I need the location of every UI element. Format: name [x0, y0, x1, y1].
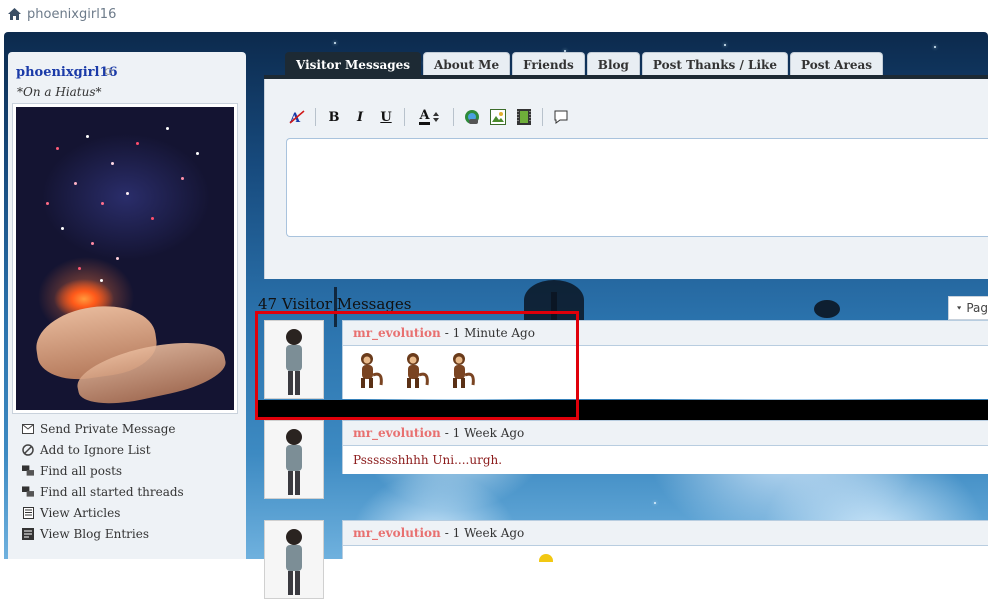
caret-down-icon: [957, 306, 962, 310]
send-private-message-link[interactable]: Send Private Message: [22, 418, 184, 439]
breadcrumb-label[interactable]: phoenixgirl16: [27, 7, 116, 22]
profile-user-title: *On a Hiatus*: [17, 85, 102, 99]
tab-post-areas[interactable]: Post Areas: [790, 52, 883, 76]
quote-icon[interactable]: [551, 107, 571, 127]
pagination-label: Pag: [966, 301, 988, 315]
article-icon: [22, 506, 34, 519]
pagination-dropdown[interactable]: Pag: [948, 296, 988, 320]
tab-post-thanks-like[interactable]: Post Thanks / Like: [641, 52, 788, 76]
offline-status-icon: [105, 68, 112, 75]
message-header: mr_evolution - 1 Week Ago: [342, 520, 988, 546]
message-author-link[interactable]: mr_evolution: [353, 526, 441, 540]
remove-format-icon[interactable]: A: [287, 107, 307, 127]
tab-friends[interactable]: Friends: [512, 52, 585, 76]
italic-icon[interactable]: I: [350, 107, 370, 127]
link-label: View Blog Entries: [40, 526, 150, 541]
message-author-link[interactable]: mr_evolution: [353, 426, 441, 440]
underline-icon[interactable]: U: [376, 107, 396, 127]
find-all-started-threads-link[interactable]: Find all started threads: [22, 481, 184, 502]
link-label: Find all posts: [40, 463, 123, 478]
toolbar-separator: [404, 108, 405, 126]
toolbar-separator: [315, 108, 316, 126]
home-icon[interactable]: [8, 8, 21, 20]
threads-icon: [22, 485, 34, 498]
view-articles-link[interactable]: View Articles: [22, 502, 184, 523]
add-to-ignore-list-link[interactable]: Add to Ignore List: [22, 439, 184, 460]
message-body: [342, 546, 988, 568]
profile-sidebar: phoenixgirl16 *On a Hiatus* Send Private…: [8, 52, 246, 559]
message-time: - 1 Week Ago: [444, 426, 525, 440]
posts-icon: [22, 464, 34, 477]
visitor-message: mr_evolution - 1 Week Ago: [258, 520, 988, 599]
smiley-emoticon-icon: [539, 551, 553, 568]
message-body: Psssssshhhh Uni....urgh.: [342, 446, 988, 474]
breadcrumb: phoenixgirl16: [8, 5, 116, 23]
profile-username[interactable]: phoenixgirl16: [16, 65, 118, 80]
tab-blog[interactable]: Blog: [586, 52, 640, 76]
message-time: - 1 Week Ago: [444, 526, 525, 540]
message-author-avatar[interactable]: [264, 420, 324, 499]
font-color-icon[interactable]: A: [413, 107, 445, 127]
envelope-icon: [22, 423, 34, 435]
link-icon[interactable]: [462, 107, 482, 127]
toolbar-separator: [453, 108, 454, 126]
visitor-message: mr_evolution - 1 Week Ago Psssssshhhh Un…: [258, 420, 988, 500]
block-icon: [22, 443, 34, 456]
tab-about-me[interactable]: About Me: [423, 52, 511, 76]
message-header: mr_evolution - 1 Week Ago: [342, 420, 988, 446]
video-icon[interactable]: [514, 107, 534, 127]
toolbar-separator: [542, 108, 543, 126]
link-label: Send Private Message: [40, 421, 176, 436]
visitor-message-editor: A B I U A: [264, 79, 988, 279]
profile-tabs: Visitor Messages About Me Friends Blog P…: [285, 52, 883, 76]
blog-icon: [22, 527, 34, 540]
message-textarea[interactable]: [286, 138, 988, 237]
profile-action-links: Send Private Message Add to Ignore List …: [22, 418, 184, 544]
bold-icon[interactable]: B: [324, 107, 344, 127]
highlight-box: [255, 311, 579, 420]
image-icon[interactable]: [488, 107, 508, 127]
link-label: View Articles: [40, 505, 121, 520]
profile-avatar: [12, 103, 238, 414]
find-all-posts-link[interactable]: Find all posts: [22, 460, 184, 481]
editor-toolbar: A B I U A: [287, 107, 571, 127]
link-label: Add to Ignore List: [40, 442, 151, 457]
message-author-avatar[interactable]: [264, 520, 324, 599]
font-color-label: A: [419, 108, 430, 125]
tab-visitor-messages[interactable]: Visitor Messages: [285, 52, 422, 76]
link-label: Find all started threads: [40, 484, 184, 499]
view-blog-entries-link[interactable]: View Blog Entries: [22, 523, 184, 544]
